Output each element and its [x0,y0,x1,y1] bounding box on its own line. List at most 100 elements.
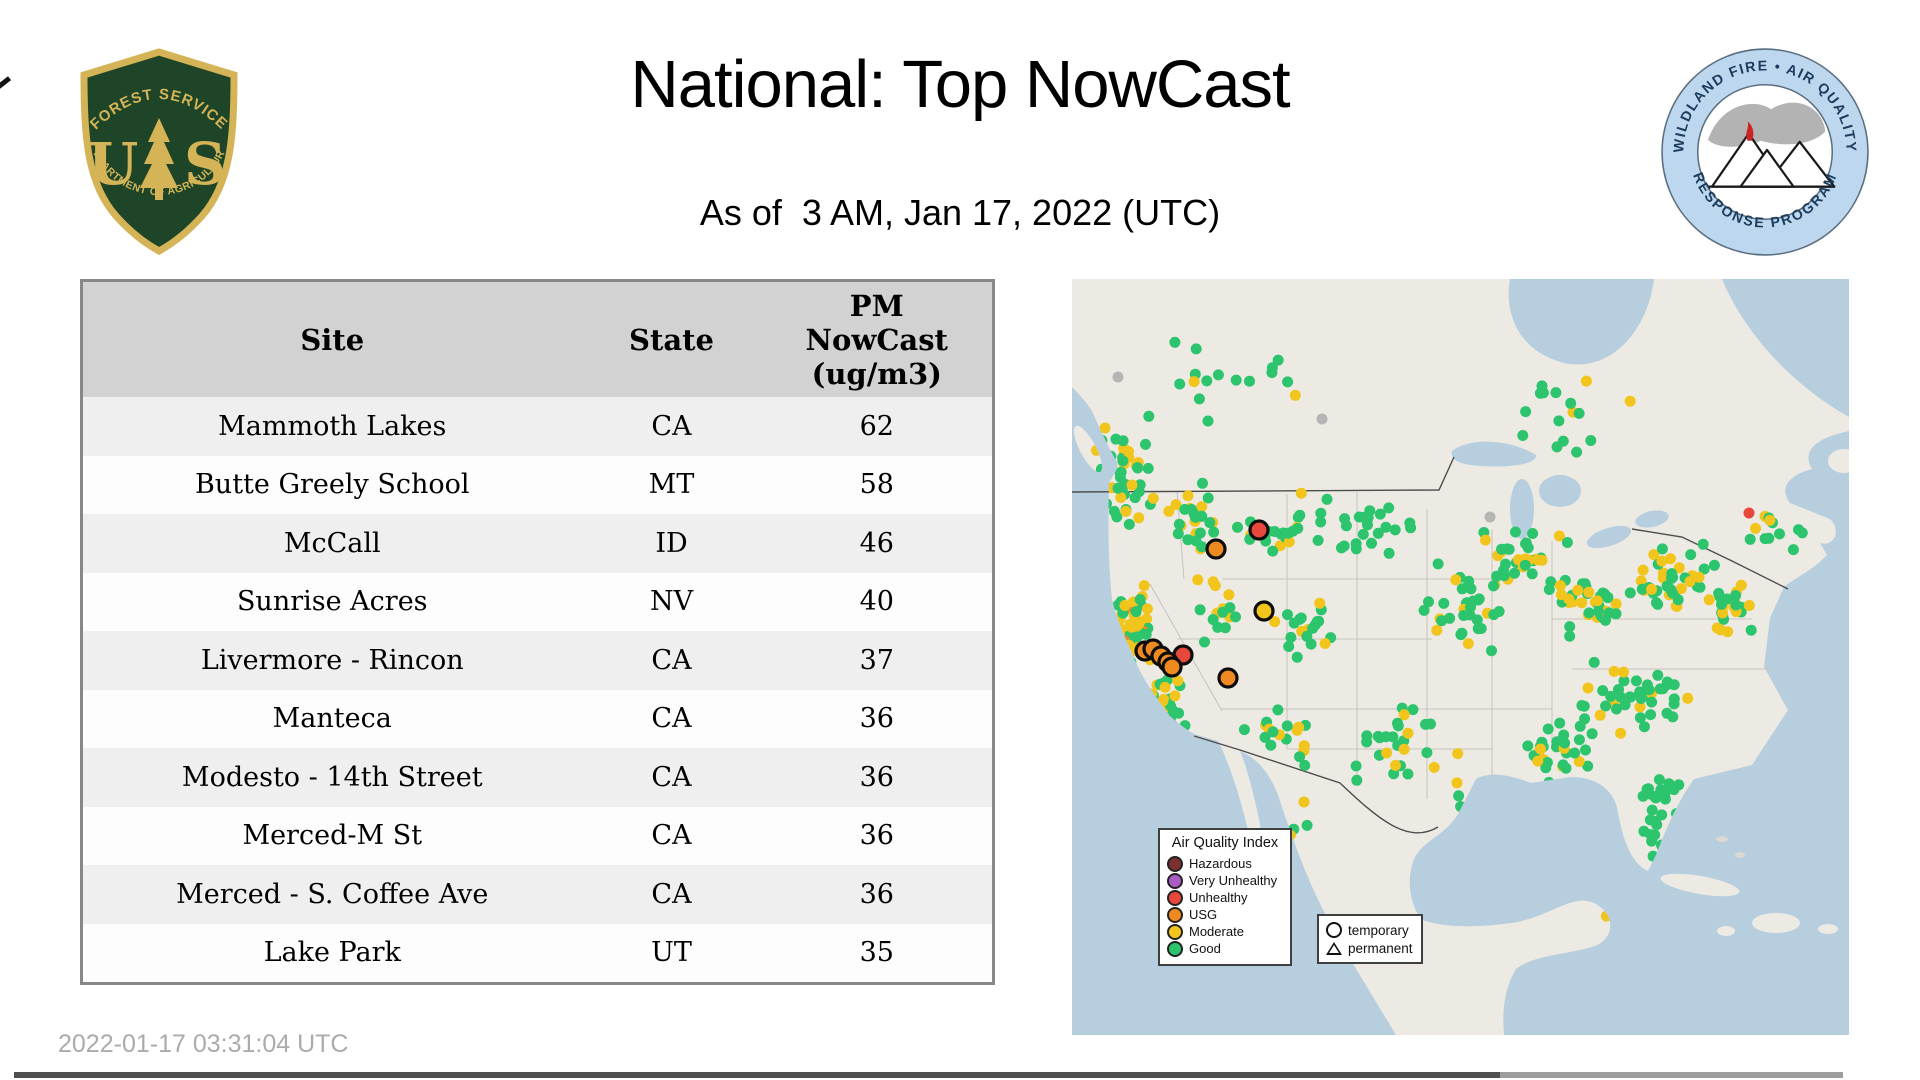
station-dot [1431,624,1443,636]
column-header-state: State [581,280,762,397]
station-dot [1624,587,1636,599]
featured-station-marker [1253,600,1275,622]
station-dot [1630,675,1642,687]
station-dot [1634,712,1646,724]
station-dot [1182,490,1194,502]
station-dot [1535,743,1546,755]
station-dot [1557,435,1569,447]
station-dot [1526,568,1538,580]
station-dot [1685,549,1697,561]
station-dot [1381,747,1393,759]
station-dot [1645,709,1657,721]
station-dot [1635,693,1647,704]
featured-station-marker [1205,538,1227,560]
table-row: Merced - S. Coffee Ave CA 36 [81,865,994,924]
station-dot [1159,681,1171,693]
station-dot [1130,606,1142,618]
station-dot [1656,555,1668,567]
station-dot [1314,597,1326,609]
station-dot [1574,720,1586,732]
station-dot [1432,558,1444,570]
report-page: FOREST SERVICE U S DEPARTMENT OF AGRICUL… [0,0,1920,1080]
station-dot [1484,511,1496,523]
featured-station-marker [1217,667,1239,689]
station-dot [1645,829,1657,840]
generated-timestamp: 2022-01-17 03:31:04 UTC [58,1030,349,1058]
table-row: McCall ID 46 [81,514,994,573]
station-dot [1232,521,1243,533]
station-dot [1307,622,1319,634]
station-dot [1316,413,1328,425]
station-dot [1554,717,1566,729]
station-dot [1560,762,1572,774]
station-dot [1361,736,1373,748]
station-dot [1143,410,1155,422]
table-row: Merced-M St CA 36 [81,806,994,865]
station-dot [1398,743,1410,755]
station-dot [1498,570,1510,582]
station-dot [1295,487,1307,499]
station-dot [1126,479,1138,491]
station-dot [1372,527,1384,539]
table-row: Sunrise Acres NV 40 [81,572,994,631]
station-dot [1190,535,1202,547]
station-dot [1644,814,1656,826]
station-dot [1744,533,1756,545]
station-dot [1475,623,1487,634]
station-dot [1608,665,1620,677]
station-dot [1624,395,1636,407]
station-dot [1745,624,1757,636]
station-dot [1637,564,1649,576]
station-dot [1456,627,1468,639]
station-dot [1536,380,1548,392]
station-dot [1230,611,1241,623]
station-dot [1267,545,1279,557]
station-dot [1133,512,1145,524]
station-dot [1569,747,1581,759]
station-dot [1114,468,1126,480]
station-dot [1438,597,1450,609]
station-dot [1787,544,1799,556]
station-dot [1500,558,1511,570]
station-dot [1522,740,1534,752]
station-dot [1293,721,1305,733]
station-dot [1402,727,1414,739]
featured-station-marker [1161,656,1183,678]
station-dot [1350,543,1362,555]
station-dot [1117,435,1129,447]
station-dot [1541,757,1553,768]
station-dot [1190,343,1202,355]
station-dot [1565,397,1577,409]
station-dot [1559,737,1571,749]
footer-bar-secondary [1500,1072,1843,1078]
station-dot [1582,682,1594,694]
station-dot [1338,540,1350,552]
station-dot [1796,527,1808,539]
station-dot [1646,696,1658,708]
hispaniola [1752,913,1800,933]
station-dot [1467,595,1479,607]
station-dot [1682,692,1694,704]
station-dot [1115,492,1127,503]
station-dot [1564,630,1576,642]
table-row: Manteca CA 36 [81,689,994,748]
table-row: Modesto - 14th Street CA 36 [81,748,994,807]
station-dot [1238,724,1250,736]
station-dot [1605,690,1617,702]
station-dot [1661,580,1673,592]
aqi-legend-item: Unhealthy [1167,889,1283,906]
column-header-pm: PM NowCast (ug/m3) [761,280,994,397]
footer-bar [14,1072,1500,1078]
station-dot [1272,704,1284,716]
station-dot [1389,524,1401,536]
station-dot [1661,707,1673,719]
station-dot [1452,748,1464,760]
station-dot [1555,589,1567,601]
table-row: Livermore - Rincon CA 37 [81,631,994,690]
station-dot [1405,522,1417,534]
station-dot [1456,583,1468,595]
station-dot [1743,507,1755,519]
station-dot [1509,567,1520,579]
station-dot [1664,781,1676,793]
station-dot [1169,336,1181,348]
